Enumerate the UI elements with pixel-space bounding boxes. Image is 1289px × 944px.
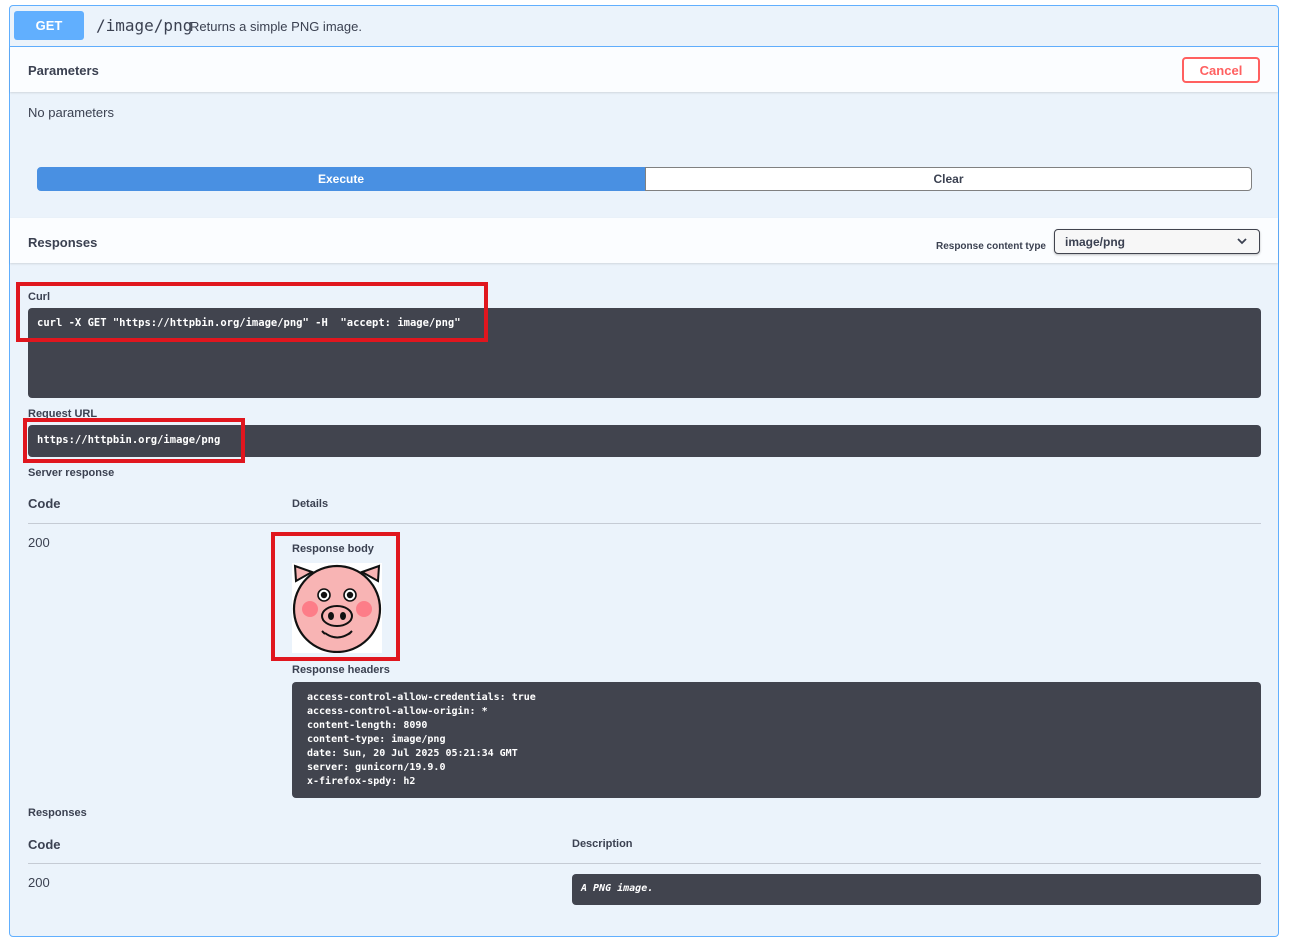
header-line: content-length: 8090 [307,720,428,731]
response-description-box: A PNG image. [572,874,1261,905]
curl-label: Curl [28,291,50,303]
curl-command-text: curl -X GET "https://httpbin.org/image/p… [37,317,461,329]
request-url-box[interactable]: https://httpbin.org/image/png [28,425,1261,457]
response-description-text: A PNG image. [581,883,654,894]
cancel-button[interactable]: Cancel [1182,57,1260,83]
header-line: server: gunicorn/19.9.0 [307,762,446,773]
response-body-image [292,563,382,654]
http-method-badge: GET [14,11,84,40]
curl-command-box[interactable]: curl -X GET "https://httpbin.org/image/p… [28,308,1261,398]
no-parameters-text: No parameters [28,105,114,120]
response-headers-label: Response headers [292,664,390,676]
header-line: access-control-allow-credentials: true [307,692,536,703]
response-content-type-select[interactable]: image/png [1054,229,1260,254]
live-response-code: 200 [28,535,50,550]
operation-block: GET /image/png Returns a simple PNG imag… [9,5,1279,937]
execute-wrapper: Execute Clear [37,167,1252,191]
clear-button[interactable]: Clear [645,167,1252,191]
execute-button[interactable]: Execute [37,167,645,191]
details-header: Details [292,498,329,510]
chevron-down-icon [1237,238,1247,245]
parameters-header: Parameters Cancel [10,47,1278,92]
header-line: content-type: image/png [307,734,446,745]
documented-code-header: Code [28,837,61,852]
divider [28,523,1261,524]
pig-face-icon [292,564,382,654]
live-code-header: Code [28,496,61,511]
documented-responses-title: Responses [28,807,87,819]
responses-header: Responses Response content type image/pn… [10,218,1278,263]
documented-response-code: 200 [28,875,50,890]
divider [28,863,1261,864]
operation-summary-text: Returns a simple PNG image. [190,19,362,34]
response-headers-box[interactable]: access-control-allow-credentials: true a… [292,682,1261,798]
header-line: access-control-allow-origin: * [307,706,488,717]
header-line: date: Sun, 20 Jul 2025 05:21:34 GMT [307,748,518,759]
description-header: Description [572,838,633,850]
response-content-type-value: image/png [1065,234,1126,249]
request-url-text: https://httpbin.org/image/png [37,434,221,446]
operation-summary[interactable]: GET /image/png Returns a simple PNG imag… [10,6,1278,47]
responses-title: Responses [28,235,98,250]
parameters-title: Parameters [28,63,99,78]
server-response-label: Server response [28,467,115,479]
response-content-type-label: Response content type [935,241,1046,252]
response-body-label: Response body [292,543,374,555]
request-url-label: Request URL [28,408,98,420]
operation-path: /image/png [96,16,193,35]
header-line: x-firefox-spdy: h2 [307,776,416,787]
